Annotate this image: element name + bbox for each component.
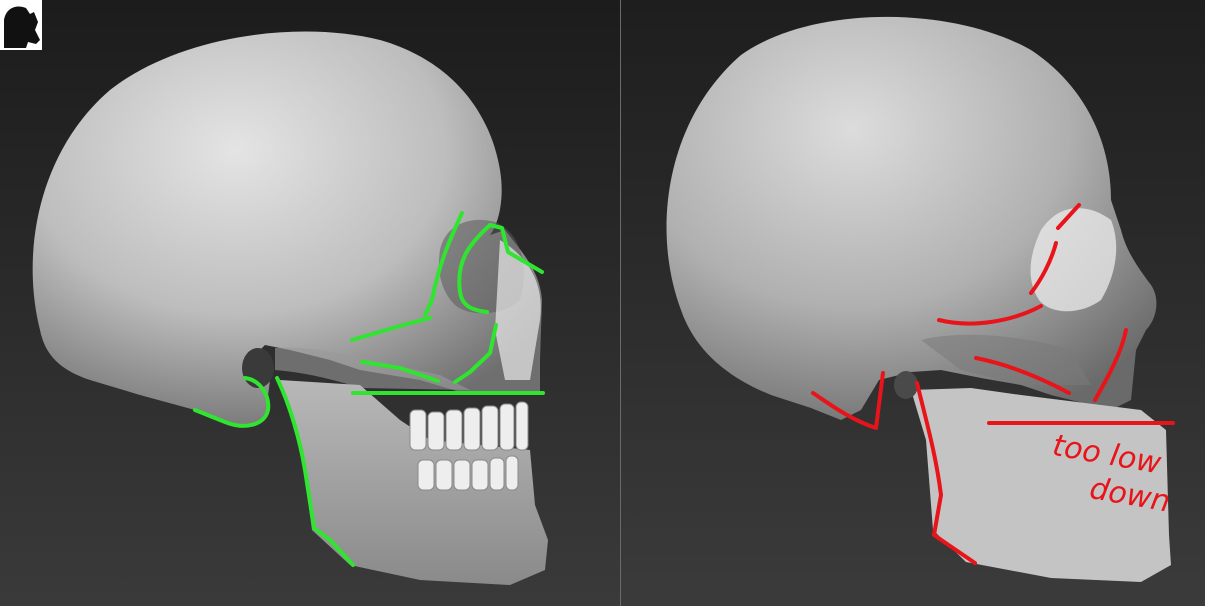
reference-skull-render bbox=[0, 0, 620, 606]
sculpt-skull-render bbox=[621, 0, 1205, 606]
view-thumbnail[interactable] bbox=[0, 0, 42, 50]
right-skull-view bbox=[621, 0, 1205, 606]
left-skull-view bbox=[0, 0, 620, 606]
thumbnail-silhouette-icon bbox=[0, 0, 42, 50]
sculpt-ear-canal bbox=[894, 371, 918, 399]
viewport: too low down bbox=[0, 0, 1205, 606]
